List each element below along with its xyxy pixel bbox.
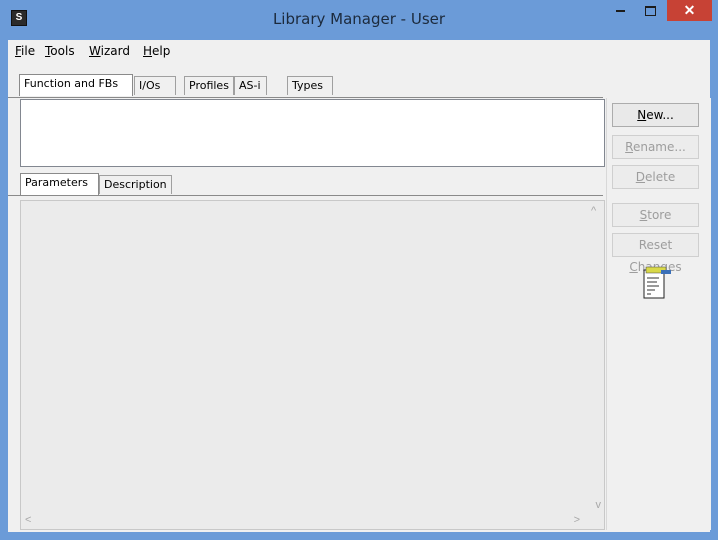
- tab-types[interactable]: Types: [287, 76, 333, 95]
- library-manager-window: S Library Manager - User ✕ File Tools Wi…: [0, 0, 718, 540]
- title-bar[interactable]: S Library Manager - User ✕: [0, 0, 718, 40]
- maximize-icon: [645, 6, 656, 17]
- document-properties-icon: [643, 266, 671, 299]
- tab-divider: [8, 97, 603, 98]
- menu-bar: File Tools Wizard Help: [8, 40, 710, 62]
- reset-button-pre: Reset: [638, 238, 673, 252]
- action-panel: New... Rename... Delete Store Reset Chan…: [606, 98, 711, 530]
- tab-parameters[interactable]: Parameters: [20, 173, 99, 195]
- delete-button-label: elete: [645, 170, 676, 184]
- store-button-label: tore: [647, 208, 672, 222]
- client-area: File Tools Wizard Help Function and FBs …: [8, 40, 711, 532]
- maximize-button[interactable]: [637, 0, 664, 21]
- tab-as-i[interactable]: AS-i: [234, 76, 267, 95]
- new-button-label: ew...: [646, 108, 674, 122]
- delete-button[interactable]: Delete: [612, 165, 699, 189]
- menu-file-label: ile: [21, 44, 36, 58]
- close-icon: ✕: [683, 2, 696, 18]
- rename-button-mnemonic: R: [625, 140, 633, 154]
- rename-button[interactable]: Rename...: [612, 135, 699, 159]
- menu-wizard-mnemonic: W: [89, 44, 101, 58]
- store-button[interactable]: Store: [612, 203, 699, 227]
- tab-ios[interactable]: I/Os: [134, 76, 176, 95]
- bottom-tab-divider: [8, 195, 603, 196]
- delete-button-mnemonic: D: [635, 170, 646, 184]
- tab-function-and-fbs[interactable]: Function and FBs: [19, 74, 133, 96]
- menu-help-label: elp: [152, 44, 171, 58]
- scroll-right-icon[interactable]: >: [574, 514, 580, 526]
- minimize-button[interactable]: [607, 0, 634, 21]
- menu-wizard-label: izard: [100, 44, 130, 58]
- reset-changes-button[interactable]: Reset Changes: [612, 233, 699, 274]
- scroll-left-icon[interactable]: <: [25, 514, 31, 526]
- tab-profiles[interactable]: Profiles: [184, 76, 234, 95]
- close-button[interactable]: ✕: [667, 0, 712, 21]
- function-list[interactable]: [20, 99, 605, 167]
- top-tab-strip: Function and FBs I/Os Profiles AS-i Type…: [8, 74, 710, 97]
- menu-help-mnemonic: H: [143, 44, 153, 58]
- new-button[interactable]: New...: [612, 103, 699, 127]
- menu-tools[interactable]: Tools: [45, 44, 75, 58]
- scroll-up-icon[interactable]: ^: [591, 205, 601, 217]
- rename-button-label: ename...: [632, 140, 686, 154]
- minimize-icon: [616, 10, 625, 13]
- tab-description[interactable]: Description: [99, 175, 172, 194]
- menu-tools-label: ools: [50, 44, 75, 58]
- parameters-panel[interactable]: ^ v < >: [20, 200, 605, 530]
- new-button-mnemonic: N: [637, 108, 647, 122]
- menu-wizard[interactable]: Wizard: [89, 44, 130, 58]
- scroll-down-icon[interactable]: v: [596, 499, 602, 511]
- menu-help[interactable]: Help: [143, 44, 170, 58]
- menu-file[interactable]: File: [15, 44, 35, 58]
